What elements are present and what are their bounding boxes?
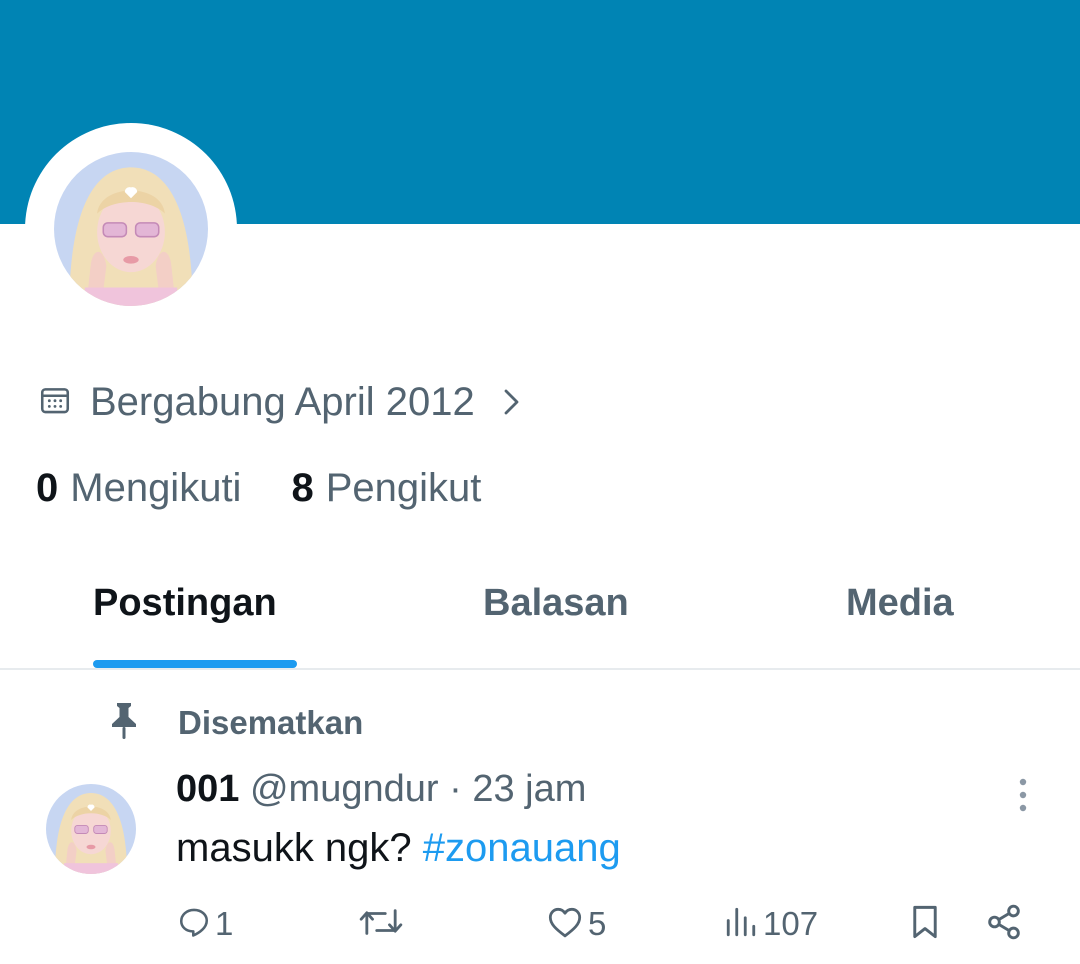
follow-stats: 0 Mengikuti 8 Pengikut <box>36 466 481 511</box>
post-separator: · <box>449 768 462 810</box>
bookmark-icon <box>907 903 943 946</box>
pinned-indicator: Disematkan <box>108 700 363 745</box>
avatar-image <box>54 152 208 306</box>
reply-icon <box>177 905 211 944</box>
repost-icon <box>358 905 404 944</box>
heart-icon <box>546 905 584 944</box>
views-count: 107 <box>763 905 819 942</box>
post-avatar[interactable] <box>46 784 136 874</box>
profile-tabs: Postingan Balasan Media <box>0 572 1080 670</box>
pin-icon <box>108 700 140 745</box>
pinned-label: Disematkan <box>178 703 364 741</box>
profile-avatar[interactable] <box>54 152 208 306</box>
following-link[interactable]: 0 Mengikuti <box>36 466 241 511</box>
post-header: 001 @mugndur · 23 jam <box>176 768 586 811</box>
reply-button[interactable]: 1 <box>177 896 233 952</box>
tab-media[interactable]: Media <box>846 582 954 625</box>
following-count: 0 <box>36 466 59 510</box>
post-display-name[interactable]: 001 <box>176 768 239 810</box>
active-tab-indicator <box>93 660 297 668</box>
repost-button[interactable] <box>358 896 408 952</box>
more-vertical-icon[interactable] <box>1010 776 1036 816</box>
reply-count: 1 <box>215 905 234 942</box>
tab-balasan[interactable]: Balasan <box>483 582 629 625</box>
chevron-right-icon[interactable] <box>501 387 523 417</box>
views-icon <box>723 905 759 944</box>
post-handle[interactable]: @mugndur <box>250 768 439 810</box>
joined-date-row[interactable]: Bergabung April 2012 <box>38 378 523 426</box>
avatar-image <box>46 784 136 874</box>
post-hashtag[interactable]: #zonauang <box>423 826 621 870</box>
joined-date-text: Bergabung April 2012 <box>90 379 475 424</box>
calendar-icon <box>38 383 72 422</box>
following-label: Mengikuti <box>70 466 242 510</box>
followers-label: Pengikut <box>325 466 482 510</box>
like-count: 5 <box>588 905 607 942</box>
post-time[interactable]: 23 jam <box>472 768 586 810</box>
share-button[interactable] <box>984 896 1024 952</box>
post-text: masukk ngk? #zonauang <box>176 826 621 871</box>
views-button[interactable]: 107 <box>723 896 818 952</box>
post-actions: 1 5 107 <box>0 896 1080 956</box>
post-body: masukk ngk? <box>176 826 412 870</box>
bookmark-button[interactable] <box>907 896 943 952</box>
tab-postingan[interactable]: Postingan <box>93 582 277 625</box>
followers-count: 8 <box>291 466 314 510</box>
followers-link[interactable]: 8 Pengikut <box>291 466 481 511</box>
share-icon <box>984 903 1024 946</box>
like-button[interactable]: 5 <box>546 896 606 952</box>
